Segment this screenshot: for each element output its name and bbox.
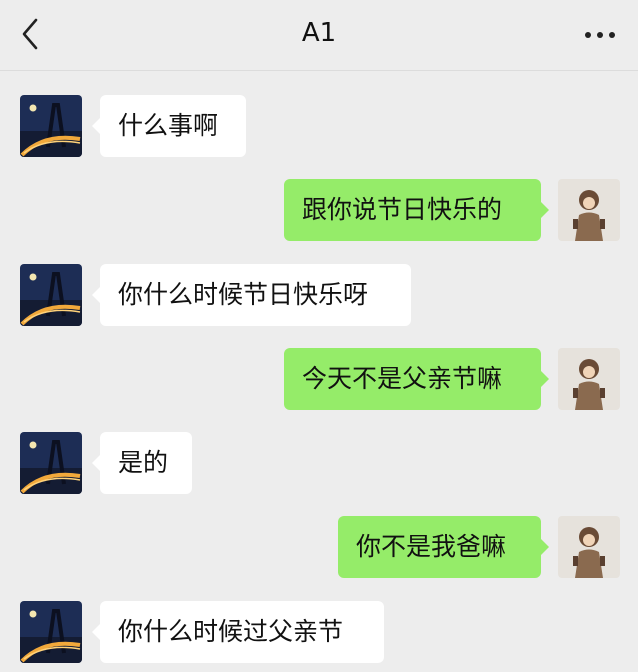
my-avatar[interactable] <box>558 179 620 241</box>
message-bubble[interactable]: 什么事啊 <box>92 95 246 157</box>
message-bubble[interactable]: 是的 <box>92 432 192 494</box>
message-bubble[interactable]: 今天不是父亲节嘛 <box>284 348 549 410</box>
message-bubble[interactable]: 你不是我爸嘛 <box>338 516 549 578</box>
night-bridge-avatar-image <box>20 264 82 326</box>
chat-title: A1 <box>301 18 337 48</box>
message-bubble[interactable]: 跟你说节日快乐的 <box>284 179 549 241</box>
message-bubble[interactable]: 你什么时候过父亲节 <box>92 601 384 663</box>
contact-avatar[interactable] <box>20 95 82 157</box>
contact-avatar[interactable] <box>20 601 82 663</box>
night-bridge-avatar-image <box>20 432 82 494</box>
my-avatar[interactable] <box>558 516 620 578</box>
message-bubble[interactable]: 你什么时候节日快乐呀 <box>92 264 411 326</box>
child-photo-avatar-image <box>558 348 620 410</box>
night-bridge-avatar-image <box>20 601 82 663</box>
child-photo-avatar-image <box>558 179 620 241</box>
chat-header: A1 <box>0 0 638 71</box>
ellipsis-icon <box>585 32 615 38</box>
more-button[interactable] <box>582 20 618 50</box>
night-bridge-avatar-image <box>20 95 82 157</box>
contact-avatar[interactable] <box>20 432 82 494</box>
child-photo-avatar-image <box>558 516 620 578</box>
contact-avatar[interactable] <box>20 264 82 326</box>
my-avatar[interactable] <box>558 348 620 410</box>
